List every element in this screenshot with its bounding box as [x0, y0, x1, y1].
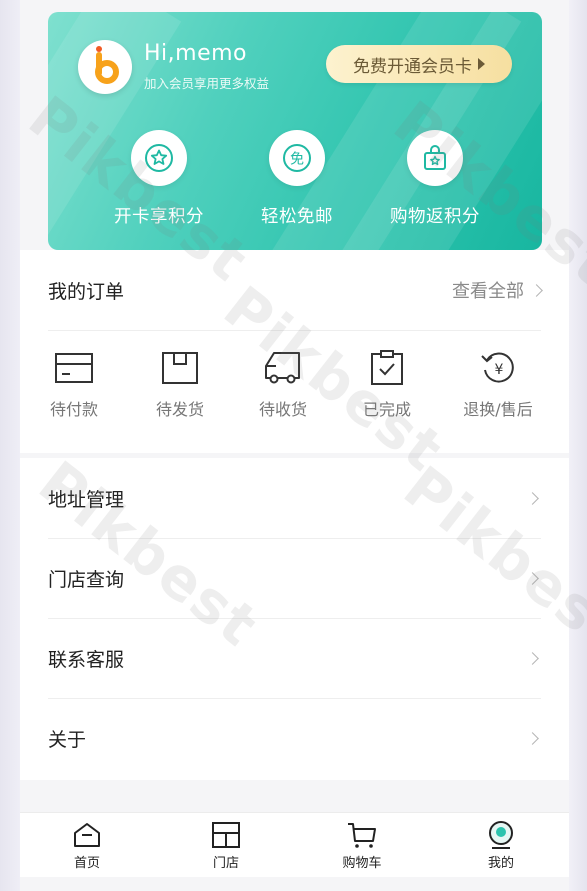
order-status-pending-payment[interactable]: 待付款 [22, 350, 126, 420]
tab-home[interactable]: 首页 [47, 821, 127, 871]
tab-profile[interactable]: 我的 [461, 821, 541, 871]
menu-item-address[interactable]: 地址管理 [48, 458, 541, 539]
app-screen: Hi,memo 加入会员享用更多权益 免费开通会员卡 开卡享积分 免 轻松免邮 … [0, 0, 587, 891]
cart-icon [348, 823, 376, 848]
order-status-refund[interactable]: ¥ 退换/售后 [446, 350, 550, 420]
chevron-right-icon [526, 571, 539, 585]
tab-label: 购物车 [342, 856, 382, 871]
view-all-label: 查看全部 [452, 281, 524, 302]
order-status-label: 待收货 [258, 400, 307, 419]
star-badge-icon [145, 144, 173, 172]
benefit-cashback[interactable]: 购物返积分 [370, 130, 500, 228]
benefit-points[interactable]: 开卡享积分 [94, 130, 224, 228]
truck-icon [265, 352, 300, 384]
chevron-right-icon [526, 651, 539, 665]
svg-text:免: 免 [290, 152, 304, 168]
benefit-label: 开卡享积分 [114, 207, 204, 227]
menu-item-label: 地址管理 [48, 488, 125, 511]
tab-label: 门店 [212, 856, 239, 871]
svg-text:¥: ¥ [495, 362, 504, 378]
tab-store[interactable]: 门店 [186, 821, 266, 871]
clipboard-check-icon [371, 350, 403, 385]
menu-item-label: 关于 [48, 728, 87, 751]
menu-item-customer-service[interactable]: 联系客服 [48, 618, 541, 699]
home-icon [74, 823, 100, 847]
member-card[interactable]: Hi,memo 加入会员享用更多权益 免费开通会员卡 开卡享积分 免 轻松免邮 … [48, 12, 542, 250]
open-membership-label: 免费开通会员卡 [353, 56, 472, 77]
order-status-pending-shipment[interactable]: 待发货 [128, 350, 232, 420]
my-orders-section: 我的订单 查看全部 待付款 待发货 待收货 已完成 ¥ 退换/售后 [20, 250, 569, 453]
orders-title: 我的订单 [48, 280, 125, 303]
order-status-label: 待发货 [155, 400, 204, 419]
chevron-right-icon [526, 491, 539, 505]
menu-item-label: 门店查询 [48, 568, 125, 591]
profile-icon [489, 821, 513, 849]
free-shipping-icon: 免 [283, 144, 311, 172]
open-membership-button[interactable]: 免费开通会员卡 [326, 45, 512, 83]
settings-menu: 地址管理 门店查询 联系客服 关于 [20, 458, 569, 780]
shopping-bag-icon [424, 145, 446, 170]
chevron-right-icon [530, 283, 543, 297]
chevron-right-icon [526, 731, 539, 745]
benefit-free-shipping[interactable]: 免 轻松免邮 [232, 130, 362, 228]
benefit-label: 购物返积分 [390, 207, 480, 227]
avatar[interactable] [78, 40, 132, 94]
tab-label: 首页 [73, 856, 100, 871]
greeting-text: Hi,memo [144, 41, 248, 66]
refund-icon: ¥ [481, 352, 514, 383]
brand-logo-icon [95, 46, 119, 84]
order-status-pending-receipt[interactable]: 待收货 [231, 350, 335, 420]
box-icon [162, 352, 198, 384]
menu-item-about[interactable]: 关于 [48, 698, 541, 778]
member-subline: 加入会员享用更多权益 [144, 76, 270, 91]
order-status-label: 退换/售后 [463, 400, 533, 419]
order-status-label: 待付款 [49, 400, 98, 419]
play-arrow-icon [478, 58, 485, 70]
benefit-label: 轻松免邮 [261, 207, 333, 227]
view-all-orders-link[interactable]: 查看全部 [452, 277, 543, 303]
order-status-completed[interactable]: 已完成 [335, 350, 439, 420]
orders-header[interactable]: 我的订单 查看全部 [48, 250, 543, 331]
order-status-label: 已完成 [362, 400, 411, 419]
menu-item-store-finder[interactable]: 门店查询 [48, 538, 541, 619]
card-icon [55, 353, 93, 383]
tab-cart[interactable]: 购物车 [322, 821, 402, 871]
tab-label: 我的 [487, 856, 514, 871]
menu-item-label: 联系客服 [48, 648, 125, 671]
order-status-row: 待付款 待发货 待收货 已完成 ¥ 退换/售后 [20, 350, 569, 430]
bottom-tab-bar: 首页 门店 购物车 我的 [20, 812, 569, 877]
store-icon [212, 822, 240, 848]
